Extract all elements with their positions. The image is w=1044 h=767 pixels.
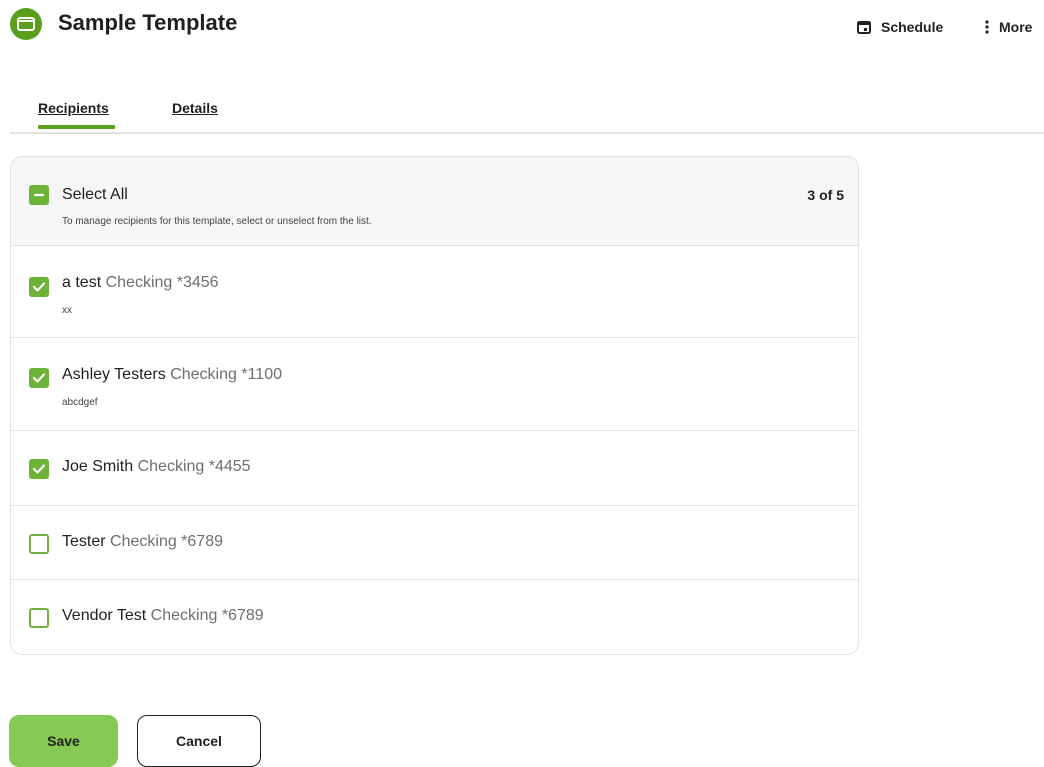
recipient-label: a test Checking *3456: [62, 274, 219, 292]
page-title: Sample Template: [58, 10, 238, 35]
tab-recipients[interactable]: Recipients: [38, 100, 109, 116]
select-all-label: Select All: [62, 186, 128, 203]
select-all-help-text: To manage recipients for this template, …: [62, 216, 372, 227]
recipient-name: Joe Smith: [62, 458, 134, 475]
tab-details[interactable]: Details: [172, 100, 218, 116]
recipient-note: xx: [62, 305, 72, 316]
checkmark-icon: [32, 373, 46, 383]
recipient-label: Vendor Test Checking *6789: [62, 607, 264, 625]
recipient-label: Ashley Testers Checking *1100: [62, 366, 282, 384]
recipient-row[interactable]: Ashley Testers Checking *1100 abcdgef: [11, 338, 858, 431]
recipient-checkbox[interactable]: [29, 459, 49, 479]
recipient-account: Checking *6789: [150, 607, 264, 624]
recipient-name: Tester: [62, 533, 106, 550]
recipient-account: Checking *1100: [170, 366, 282, 383]
schedule-label: Schedule: [881, 19, 944, 35]
recipient-row[interactable]: Vendor Test Checking *6789: [11, 580, 858, 654]
recipient-account: Checking *6789: [110, 533, 223, 550]
recipient-account: Checking *4455: [137, 458, 251, 475]
save-button[interactable]: Save: [9, 715, 118, 767]
template-folder-icon: [10, 8, 42, 40]
checkmark-icon: [32, 282, 46, 292]
recipient-name: Ashley Testers: [62, 366, 166, 383]
tab-bar: Recipients Details: [10, 96, 1044, 134]
minus-icon: [33, 193, 45, 197]
recipient-checkbox[interactable]: [29, 368, 49, 388]
template-page: Sample Template Schedule More Recipients…: [0, 0, 1044, 767]
recipient-checkbox[interactable]: [29, 608, 49, 628]
recipient-account: Checking *3456: [105, 274, 219, 291]
recipient-label: Tester Checking *6789: [62, 533, 223, 551]
select-all-checkbox[interactable]: [29, 185, 49, 205]
recipient-name: a test: [62, 274, 102, 291]
recipients-card: Select All To manage recipients for this…: [10, 156, 859, 655]
checkmark-icon: [32, 464, 46, 474]
calendar-icon: [857, 20, 871, 34]
recipient-label: Joe Smith Checking *4455: [62, 458, 251, 476]
page-header: Sample Template Schedule More: [0, 0, 1044, 50]
cancel-button[interactable]: Cancel: [137, 715, 261, 767]
more-button[interactable]: More: [985, 17, 1032, 37]
recipient-row[interactable]: a test Checking *3456 xx: [11, 246, 858, 338]
recipient-name: Vendor Test: [62, 607, 147, 624]
select-all-header: Select All To manage recipients for this…: [11, 157, 858, 246]
recipient-note: abcdgef: [62, 397, 98, 408]
more-label: More: [999, 19, 1033, 35]
recipient-checkbox[interactable]: [29, 534, 49, 554]
recipient-row[interactable]: Joe Smith Checking *4455: [11, 431, 858, 506]
recipient-row[interactable]: Tester Checking *6789: [11, 506, 858, 580]
selected-count: 3 of 5: [807, 187, 844, 203]
recipient-checkbox[interactable]: [29, 277, 49, 297]
vertical-dots-icon: [985, 20, 989, 34]
active-tab-indicator: [38, 125, 115, 129]
schedule-button[interactable]: Schedule: [857, 17, 943, 37]
